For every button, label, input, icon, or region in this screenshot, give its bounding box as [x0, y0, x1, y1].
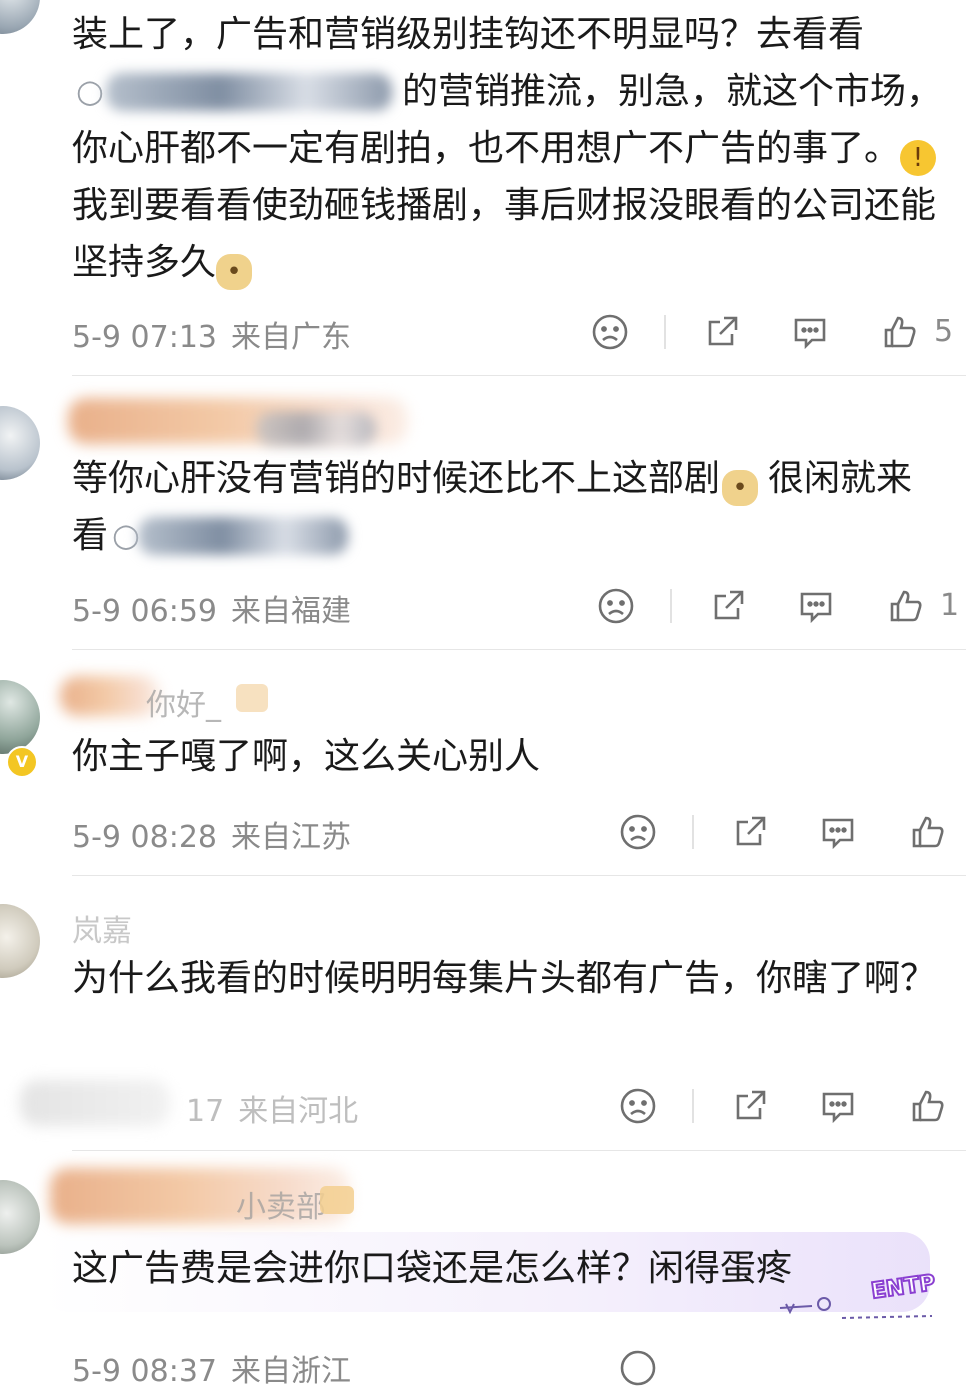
comment-time: 5-9 08:28: [72, 820, 217, 855]
thumbs-up-icon[interactable]: [886, 586, 926, 626]
frown-face-icon[interactable]: [618, 1086, 658, 1126]
crown-badge-icon: [236, 684, 268, 712]
divider: [72, 649, 966, 650]
share-icon[interactable]: [730, 1086, 770, 1126]
divider: [72, 1150, 966, 1151]
comment-location: 来自浙江: [231, 1354, 351, 1389]
like-count: 5: [934, 314, 954, 349]
frown-face-icon[interactable]: [590, 312, 630, 352]
comment-meta: 5-9 08:37 来自浙江: [72, 1346, 351, 1390]
action-separator: [692, 815, 694, 849]
comment-time: 5-9 06:59: [72, 594, 217, 629]
crown-badge-icon: [320, 1186, 354, 1214]
share-icon[interactable]: [708, 586, 748, 626]
like-count: 1: [940, 588, 960, 623]
comment-meta: 5-9 08:28 来自江苏: [72, 812, 351, 856]
comment-meta: 17 来自河北: [186, 1086, 358, 1130]
doge-emoji-icon: •: [722, 470, 759, 506]
comment-icon[interactable]: [796, 586, 836, 626]
comment-text: 装上了，广告和营销级别挂钩还不明显吗？去看看 ○ 的营销推流，别急，就这个市场，你心…: [72, 6, 942, 291]
comment-meta: 5-9 07:13 来自广东: [72, 312, 351, 356]
comment-text: 为什么我看的时候明明每集片头都有广告，你瞎了啊？: [72, 958, 937, 999]
frown-face-icon[interactable]: [618, 1348, 658, 1388]
comment-location: 来自福建: [231, 594, 351, 629]
divider: [72, 375, 966, 376]
comment-time: 5-9 08:37: [72, 1354, 217, 1389]
username[interactable]: 岚嘉: [72, 906, 132, 950]
comment-meta: 5-9 06:59 来自福建: [72, 586, 351, 630]
thumbs-up-icon[interactable]: [880, 312, 920, 352]
thumbs-up-icon[interactable]: [908, 812, 948, 852]
comment-location: 来自江苏: [231, 820, 351, 855]
avatar[interactable]: [0, 680, 40, 754]
comment-time: 5-9 07:13: [72, 320, 217, 355]
avatar[interactable]: [0, 904, 40, 978]
time-redacted: [20, 1080, 170, 1126]
comment-location: 来自河北: [238, 1094, 359, 1129]
comment-text: 等你心肝没有营销的时候还比不上这部剧 • 很闲就来看 ○: [72, 458, 913, 556]
redacted-link[interactable]: ○: [108, 515, 358, 555]
redacted-link[interactable]: ○: [72, 71, 402, 111]
comment-time: 17: [186, 1094, 225, 1129]
comment-icon[interactable]: [818, 812, 858, 852]
frown-face-icon[interactable]: [618, 812, 658, 852]
comment-location: 来自广东: [231, 320, 351, 355]
doge-emoji-icon: •: [216, 254, 253, 290]
comment-text: 你主子嘎了啊，这么关心别人: [72, 736, 541, 777]
action-separator: [670, 589, 672, 623]
share-icon[interactable]: [730, 812, 770, 852]
surprised-emoji-icon: !: [900, 140, 937, 176]
action-separator: [664, 315, 666, 349]
comment-icon[interactable]: [818, 1086, 858, 1126]
divider: [72, 875, 966, 876]
avatar[interactable]: [0, 1180, 40, 1254]
username-suffix: 你好_: [146, 688, 221, 723]
comment-icon[interactable]: [790, 312, 830, 352]
share-icon[interactable]: [702, 312, 742, 352]
avatar[interactable]: [0, 0, 40, 34]
username-redacted[interactable]: [60, 676, 160, 716]
username-suffix: 小卖部: [236, 1190, 326, 1225]
v-badge-icon: V: [6, 746, 38, 778]
level-badge-redacted: [256, 412, 376, 446]
action-separator: [692, 1089, 694, 1123]
avatar[interactable]: [0, 406, 40, 480]
frown-face-icon[interactable]: [596, 586, 636, 626]
thumbs-up-icon[interactable]: [908, 1086, 948, 1126]
